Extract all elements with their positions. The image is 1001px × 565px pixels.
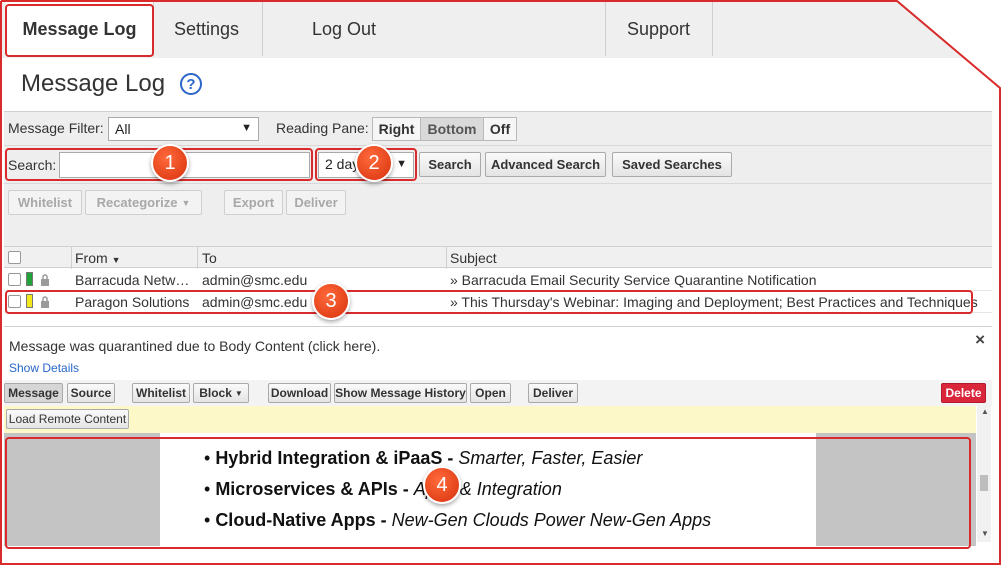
column-separator: [446, 247, 447, 269]
annotation-marker-2: 2: [355, 144, 393, 182]
row-from: Barracuda Netw…: [75, 272, 190, 288]
message-filter-value: All: [115, 121, 131, 137]
reading-pane-off[interactable]: Off: [483, 117, 517, 141]
tab-label: Settings: [174, 18, 240, 39]
column-subject[interactable]: Subject: [450, 250, 497, 266]
quarantine-notice[interactable]: Message was quarantined due to Body Cont…: [9, 338, 380, 354]
list-item: • Microservices & APIs - Apps & Integrat…: [204, 479, 562, 499]
caret-down-icon: ▼: [181, 197, 191, 208]
source-view-button[interactable]: Source: [67, 383, 115, 403]
bullet-tagline: Smarter, Faster, Easier: [458, 448, 643, 468]
delete-button[interactable]: Delete: [941, 383, 986, 403]
scrollbar-thumb[interactable]: [980, 475, 988, 491]
column-separator: [71, 247, 72, 269]
search-button[interactable]: Search: [419, 152, 481, 177]
show-message-history-button[interactable]: Show Message History: [334, 383, 467, 403]
app-window: Message Log Settings Log Out Support Mes…: [0, 0, 1001, 565]
caret-down-icon: ▼: [396, 158, 407, 170]
help-icon[interactable]: ?: [180, 73, 202, 95]
deliver-button[interactable]: Deliver: [286, 190, 346, 215]
top-navigation: Message Log Settings Log Out Support: [0, 0, 1001, 58]
row-subject: » This Thursday's Webinar: Imaging and D…: [450, 294, 978, 310]
table-row[interactable]: Paragon Solutions admin@smc.edu » This T…: [4, 291, 992, 313]
block-button[interactable]: Block ▼: [193, 383, 249, 403]
row-checkbox[interactable]: [8, 273, 21, 286]
scroll-down-icon[interactable]: ▼: [981, 529, 989, 538]
row-subject: » Barracuda Email Security Service Quara…: [450, 272, 817, 288]
tab-label: Message Log: [22, 18, 137, 39]
bullet-title: Microservices & APIs -: [215, 479, 414, 499]
row-checkbox[interactable]: [8, 295, 21, 308]
caret-down-icon: ▼: [241, 122, 252, 134]
recategorize-label: Recategorize: [96, 195, 178, 210]
download-button[interactable]: Download: [268, 383, 331, 403]
tab-log-out[interactable]: Log Out: [312, 2, 376, 56]
status-flag: [26, 294, 33, 308]
list-item: • Hybrid Integration & iPaaS - Smarter, …: [204, 448, 643, 468]
message-table-header: From ▼ To Subject: [4, 246, 992, 269]
preview-toolbar: Message Source Whitelist Block ▼ Downloa…: [4, 380, 992, 406]
bullet-title: Cloud-Native Apps -: [215, 510, 392, 530]
nav-separator: [153, 2, 154, 56]
search-label: Search:: [8, 157, 57, 173]
saved-searches-button[interactable]: Saved Searches: [612, 152, 732, 177]
action-bar: Whitelist Recategorize ▼ Export Deliver: [4, 183, 992, 246]
message-body: • Hybrid Integration & iPaaS - Smarter, …: [4, 433, 976, 546]
tab-label: Log Out: [312, 18, 377, 39]
nav-separator: [712, 2, 713, 56]
column-from[interactable]: From ▼: [75, 250, 120, 266]
sort-down-icon: ▼: [111, 255, 121, 265]
block-label: Block: [199, 386, 232, 400]
tab-message-log[interactable]: Message Log: [6, 2, 153, 56]
body-margin-right: [816, 433, 976, 546]
close-icon[interactable]: ×: [975, 330, 985, 350]
lock-icon: [41, 274, 49, 286]
annotation-marker-4: 4: [423, 466, 461, 504]
reading-pane-right[interactable]: Right: [372, 117, 421, 141]
tab-support[interactable]: Support: [627, 2, 690, 56]
preview-scrollbar[interactable]: [977, 405, 991, 542]
body-margin-left: [4, 433, 160, 546]
select-all-checkbox[interactable]: [8, 251, 21, 264]
tab-label: Support: [627, 18, 691, 39]
nav-separator: [605, 2, 606, 56]
nav-separator: [262, 2, 263, 56]
annotation-marker-1: 1: [151, 144, 189, 182]
status-flag: [26, 272, 33, 286]
annotation-marker-3: 3: [312, 282, 350, 320]
whitelist-button[interactable]: Whitelist: [8, 190, 82, 215]
advanced-search-button[interactable]: Advanced Search: [485, 152, 606, 177]
scroll-up-icon[interactable]: ▲: [981, 407, 989, 416]
column-to[interactable]: To: [202, 250, 217, 266]
page-title: Message Log: [21, 70, 166, 97]
deliver-message-button[interactable]: Deliver: [528, 383, 578, 403]
row-to: admin@smc.edu: [202, 272, 308, 288]
column-from-label: From: [75, 250, 108, 266]
recategorize-button[interactable]: Recategorize ▼: [85, 190, 202, 215]
lock-icon: [41, 296, 49, 308]
column-separator: [197, 247, 198, 269]
reading-pane-bottom[interactable]: Bottom: [420, 117, 484, 141]
open-button[interactable]: Open: [470, 383, 511, 403]
reading-pane-label: Reading Pane:: [276, 120, 369, 136]
row-to: admin@smc.edu: [202, 294, 308, 310]
whitelist-sender-button[interactable]: Whitelist: [132, 383, 190, 403]
filter-bar: Message Filter: All ▼ Reading Pane: Righ…: [4, 111, 992, 145]
message-filter-label: Message Filter:: [8, 120, 104, 136]
message-filter-select[interactable]: All ▼: [108, 117, 259, 141]
bullet-title: Hybrid Integration & iPaaS -: [215, 448, 459, 468]
show-details-link[interactable]: Show Details: [9, 361, 79, 375]
row-from: Paragon Solutions: [75, 294, 190, 310]
pane-divider: [4, 326, 992, 327]
bullet-tagline: New-Gen Clouds Power New-Gen Apps: [391, 510, 712, 530]
export-button[interactable]: Export: [224, 190, 283, 215]
caret-down-icon: ▼: [234, 388, 243, 398]
load-remote-content-button[interactable]: Load Remote Content: [6, 409, 129, 429]
tab-settings[interactable]: Settings: [174, 2, 239, 56]
remote-content-banner: Load Remote Content: [4, 406, 976, 433]
table-row[interactable]: Barracuda Netw… admin@smc.edu » Barracud…: [4, 269, 992, 291]
list-item: • Cloud-Native Apps - New-Gen Clouds Pow…: [204, 510, 712, 530]
message-view-button[interactable]: Message: [4, 383, 63, 403]
